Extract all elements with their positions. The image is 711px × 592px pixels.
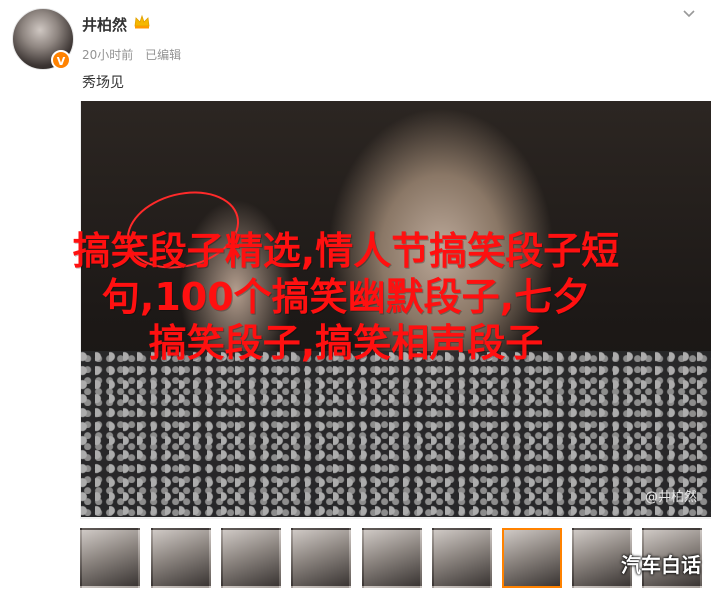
thumbnail-4[interactable] — [291, 528, 351, 588]
thumbnail-6[interactable] — [432, 528, 492, 588]
overlay-caption: 搞笑段子精选,情人节搞笑段子短 句,100个搞笑幽默段子,七夕 搞笑段子,搞笑相… — [16, 228, 676, 366]
photo-jacket-texture — [81, 351, 711, 517]
thumbnail-3[interactable] — [221, 528, 281, 588]
edited-label: 已编辑 — [145, 48, 182, 62]
verified-badge: V — [51, 50, 71, 70]
thumbnail-2[interactable] — [151, 528, 211, 588]
post-time[interactable]: 20小时前 — [82, 48, 133, 62]
overlay-line-2: 句,100个搞笑幽默段子,七夕 — [101, 275, 591, 319]
crown-icon — [134, 14, 150, 29]
chevron-down-icon[interactable] — [681, 6, 697, 22]
thumbnail-7-active[interactable] — [502, 528, 562, 588]
thumbnail-1[interactable] — [80, 528, 140, 588]
overlay-line-3: 搞笑段子,搞笑相声段子 — [148, 321, 544, 365]
post-meta: 20小时前 已编辑 — [82, 46, 189, 63]
overlay-line-1: 搞笑段子精选,情人节搞笑段子短 — [72, 229, 620, 273]
thumbnail-strip: 汽车白话 — [80, 528, 711, 588]
thumbnail-5[interactable] — [362, 528, 422, 588]
username[interactable]: 井柏然 — [82, 14, 127, 35]
post-text: 秀场见 — [82, 75, 124, 91]
post-header: V 井柏然 20小时前 已编辑 秀场见 — [0, 0, 711, 96]
brand-watermark: 汽车白话 — [621, 553, 701, 577]
image-watermark: @井柏然 — [644, 490, 697, 505]
